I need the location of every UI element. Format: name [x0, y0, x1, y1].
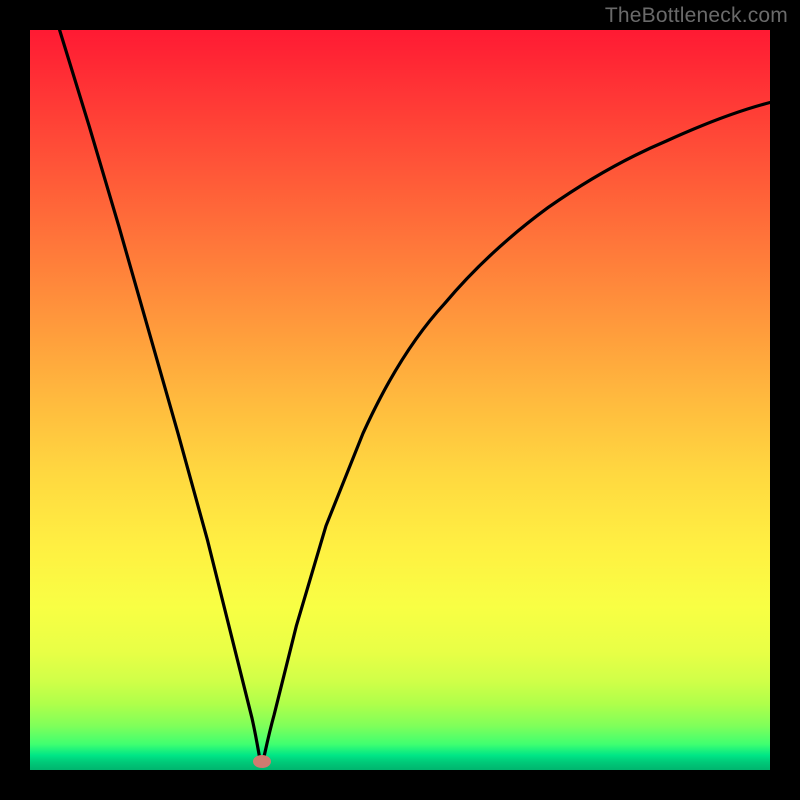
watermark-text: TheBottleneck.com: [605, 4, 788, 28]
bottleneck-curve: [30, 30, 770, 770]
chart-frame: TheBottleneck.com: [0, 0, 800, 800]
plot-area: [30, 30, 770, 770]
curve-path: [60, 30, 770, 766]
